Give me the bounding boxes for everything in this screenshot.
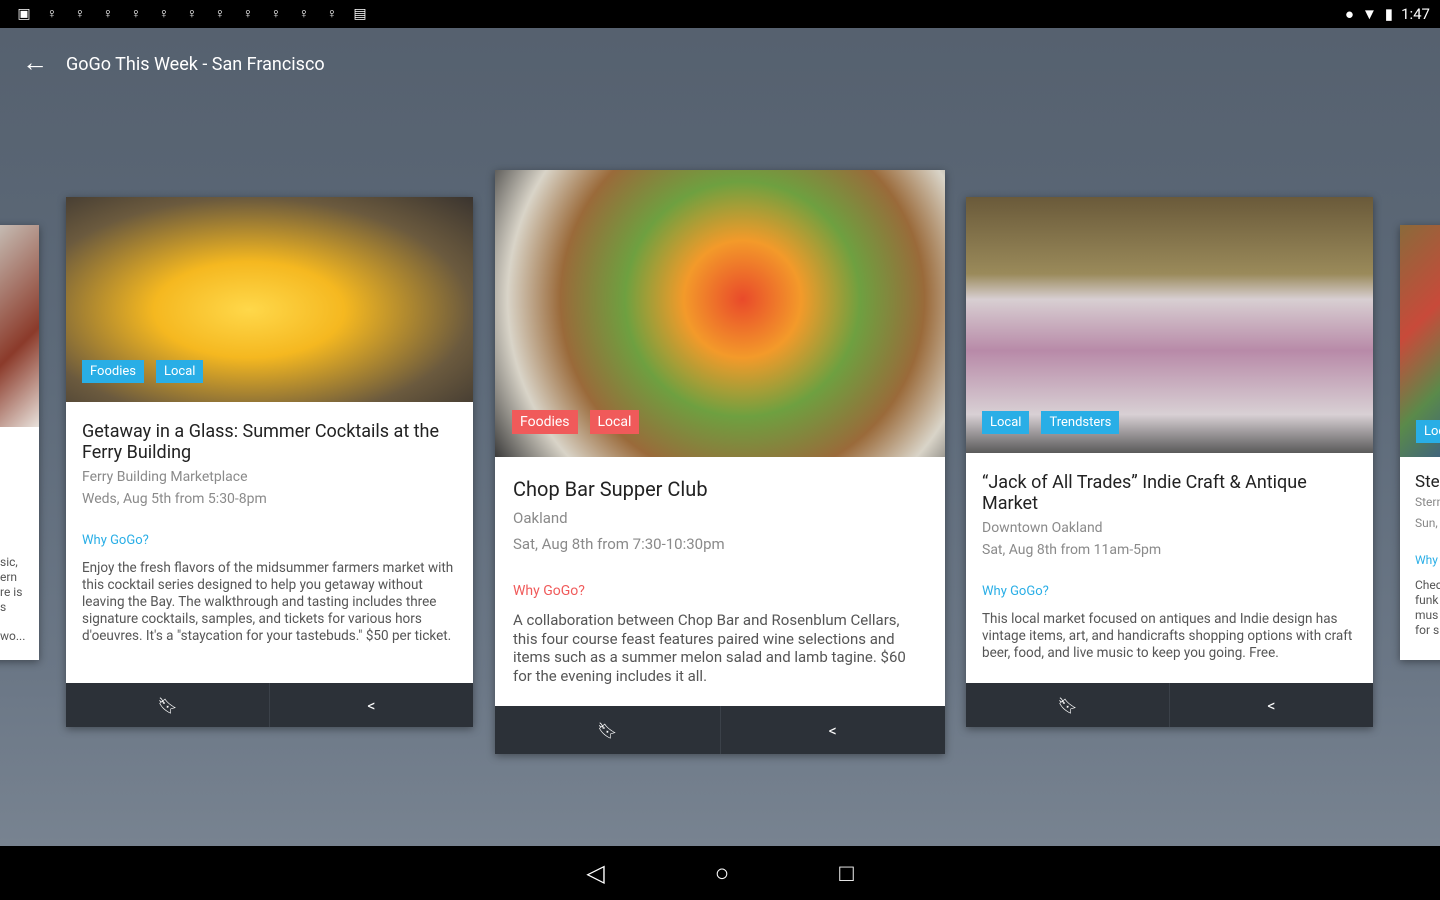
- why-gogo-label: Why GoGo?: [982, 584, 1049, 599]
- clock: 1:47: [1401, 5, 1430, 23]
- event-date: Weds, Aug 5th from 5:30-8pm: [82, 491, 267, 507]
- wifi-icon: ▼: [1361, 5, 1377, 23]
- event-date: Sun,: [1415, 516, 1438, 530]
- tag-foodies[interactable]: Foodies: [82, 360, 144, 383]
- description-fragment: mus: [1415, 608, 1439, 622]
- back-arrow-icon[interactable]: ←: [22, 49, 52, 79]
- share-icon: <: [1267, 695, 1276, 715]
- description-fragment: Chec: [1415, 578, 1440, 592]
- event-venue: Oakland: [513, 509, 568, 527]
- location-pin-icon: ♀: [242, 6, 254, 22]
- tag-local[interactable]: Local: [982, 411, 1030, 434]
- event-description: This local market focused on antiques an…: [982, 611, 1353, 661]
- location-pin-icon: ♀: [46, 6, 58, 22]
- description-fragment: for s: [1415, 623, 1440, 637]
- system-nav-bar: ◁ ○ □: [0, 846, 1440, 900]
- home-circle-icon[interactable]: ○: [715, 859, 730, 888]
- bookmark-button[interactable]: 🔖︎: [66, 683, 270, 727]
- location-pin-icon: ♀: [102, 6, 114, 22]
- location-pin-icon: ♀: [130, 6, 142, 22]
- event-card[interactable]: Foodies Local Getaway in a Glass: Summer…: [66, 197, 473, 727]
- bookmark-button[interactable]: 🔖︎: [495, 706, 721, 754]
- location-pin-icon: ♀: [186, 6, 198, 22]
- why-gogo-label: Why GoGo?: [82, 533, 149, 548]
- briefcase-icon: ▤: [353, 6, 367, 22]
- partial-card-left[interactable]: sic, ern re is s wo...: [0, 225, 39, 660]
- share-icon: <: [828, 720, 837, 740]
- event-title: Getaway in a Glass: Summer Cocktails at …: [82, 421, 440, 463]
- bookmark-button[interactable]: 🔖︎: [966, 683, 1170, 727]
- description-fragment: s: [0, 600, 7, 614]
- tag-local[interactable]: Loc: [1416, 420, 1440, 443]
- location-pin-icon: ♀: [74, 6, 86, 22]
- location-icon: ●: [1344, 5, 1354, 23]
- event-venue: Ferry Building Marketplace: [82, 469, 248, 485]
- event-title: Chop Bar Supper Club: [513, 477, 708, 501]
- event-venue: Downtown Oakland: [982, 520, 1103, 536]
- app-bar: ← GoGo This Week - San Francisco: [0, 28, 1440, 100]
- description-fragment: sic,: [0, 555, 18, 569]
- description-fragment: funk: [1415, 593, 1439, 607]
- bookmark-icon: 🔖︎: [597, 720, 618, 740]
- description-fragment: wo...: [0, 629, 26, 643]
- tag-trendsters[interactable]: Trendsters: [1041, 411, 1120, 434]
- event-card-featured[interactable]: Foodies Local Chop Bar Supper Club Oakla…: [495, 170, 945, 754]
- why-gogo-label: Why GoGo?: [513, 583, 585, 599]
- tag-local[interactable]: Local: [155, 360, 204, 383]
- location-pin-icon: ♀: [298, 6, 310, 22]
- location-pin-icon: ♀: [214, 6, 226, 22]
- description-fragment: re is: [0, 585, 23, 599]
- share-button[interactable]: <: [1170, 683, 1373, 727]
- event-card[interactable]: Local Trendsters “Jack of All Trades” In…: [966, 197, 1373, 727]
- event-description: A collaboration between Chop Bar and Ros…: [513, 611, 906, 685]
- event-title: “Jack of All Trades” Indie Craft & Antiq…: [982, 472, 1307, 514]
- location-pin-icon: ♀: [270, 6, 282, 22]
- share-button[interactable]: <: [721, 706, 946, 754]
- tag-local[interactable]: Local: [589, 410, 640, 434]
- event-image: [0, 225, 39, 427]
- event-date: Sat, Aug 8th from 7:30-10:30pm: [513, 535, 725, 553]
- image-icon: ▣: [17, 6, 31, 22]
- bookmark-icon: 🔖︎: [157, 695, 178, 715]
- battery-icon: ▮: [1384, 5, 1394, 23]
- bookmark-icon: 🔖︎: [1057, 695, 1078, 715]
- event-date: Sat, Aug 8th from 11am-5pm: [982, 542, 1162, 558]
- status-bar: ▣ ♀ ♀ ♀ ♀ ♀ ♀ ♀ ♀ ♀ ♀ ♀ ▤ ● ▼ ▮ 1:47: [0, 0, 1440, 28]
- partial-card-right[interactable]: Loc Ste Stern Sun, Why Chec funk mus for…: [1400, 225, 1440, 660]
- event-description: Enjoy the fresh flavors of the midsummer…: [82, 560, 454, 644]
- description-fragment: ern: [0, 570, 18, 584]
- location-pin-icon: ♀: [158, 6, 170, 22]
- event-venue: Stern: [1415, 495, 1440, 509]
- event-title: Ste: [1415, 472, 1440, 492]
- share-icon: <: [367, 695, 376, 715]
- location-pin-icon: ♀: [326, 6, 338, 22]
- recents-square-icon[interactable]: □: [839, 859, 854, 888]
- share-button[interactable]: <: [270, 683, 473, 727]
- why-gogo-label: Why: [1415, 553, 1438, 567]
- tag-foodies[interactable]: Foodies: [512, 410, 578, 434]
- back-triangle-icon[interactable]: ◁: [586, 859, 604, 887]
- page-title: GoGo This Week - San Francisco: [66, 53, 325, 75]
